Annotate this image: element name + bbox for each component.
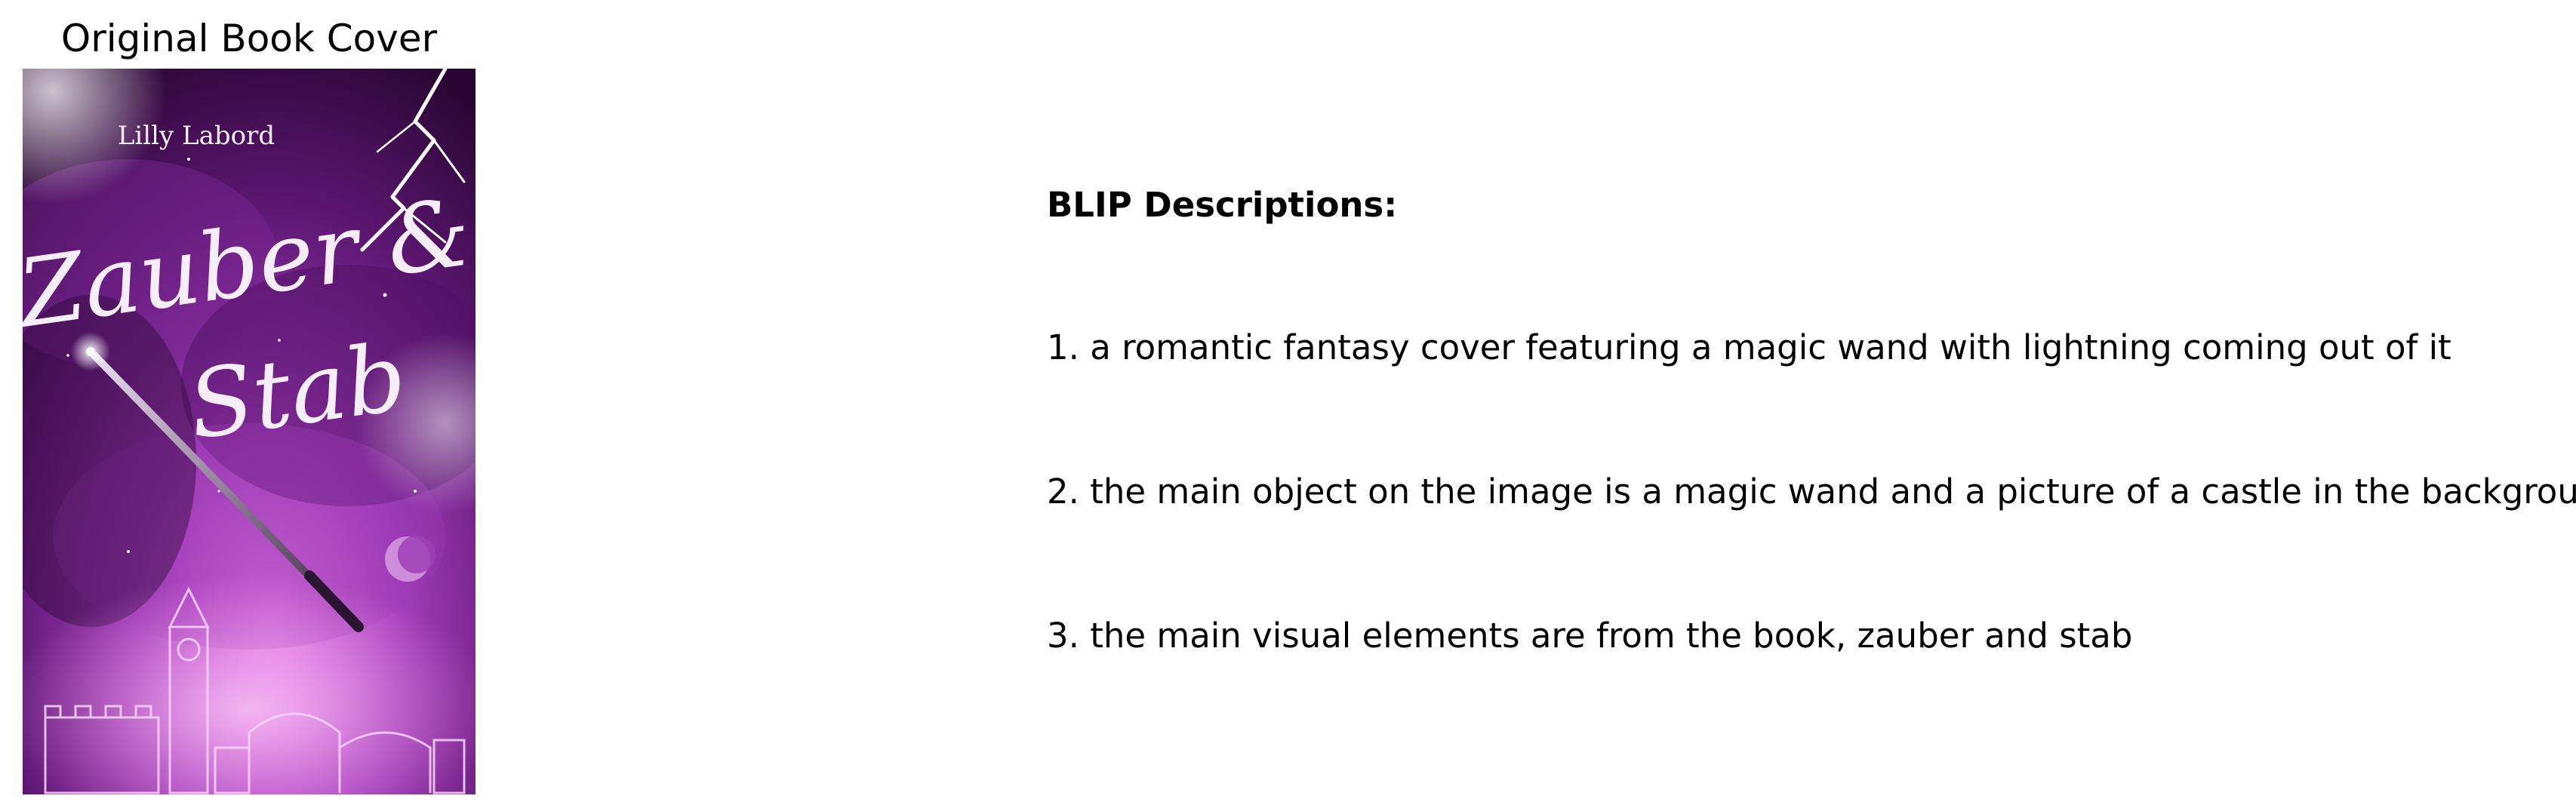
book-cover-image: Lilly Labord Zauber & Stab	[23, 69, 475, 794]
blip-description-item: 1. a romantic fantasy cover featuring a …	[1047, 327, 2451, 367]
cover-author-name: Lilly Labord	[118, 121, 275, 151]
blip-descriptions-heading: BLIP Descriptions:	[1047, 185, 1398, 225]
blip-description-item: 2. the main object on the image is a mag…	[1047, 472, 2576, 512]
cover-panel-title: Original Book Cover	[60, 17, 438, 60]
blip-description-item: 3. the main visual elements are from the…	[1047, 616, 2133, 656]
book-cover-illustration: Lilly Labord Zauber & Stab	[23, 69, 475, 794]
